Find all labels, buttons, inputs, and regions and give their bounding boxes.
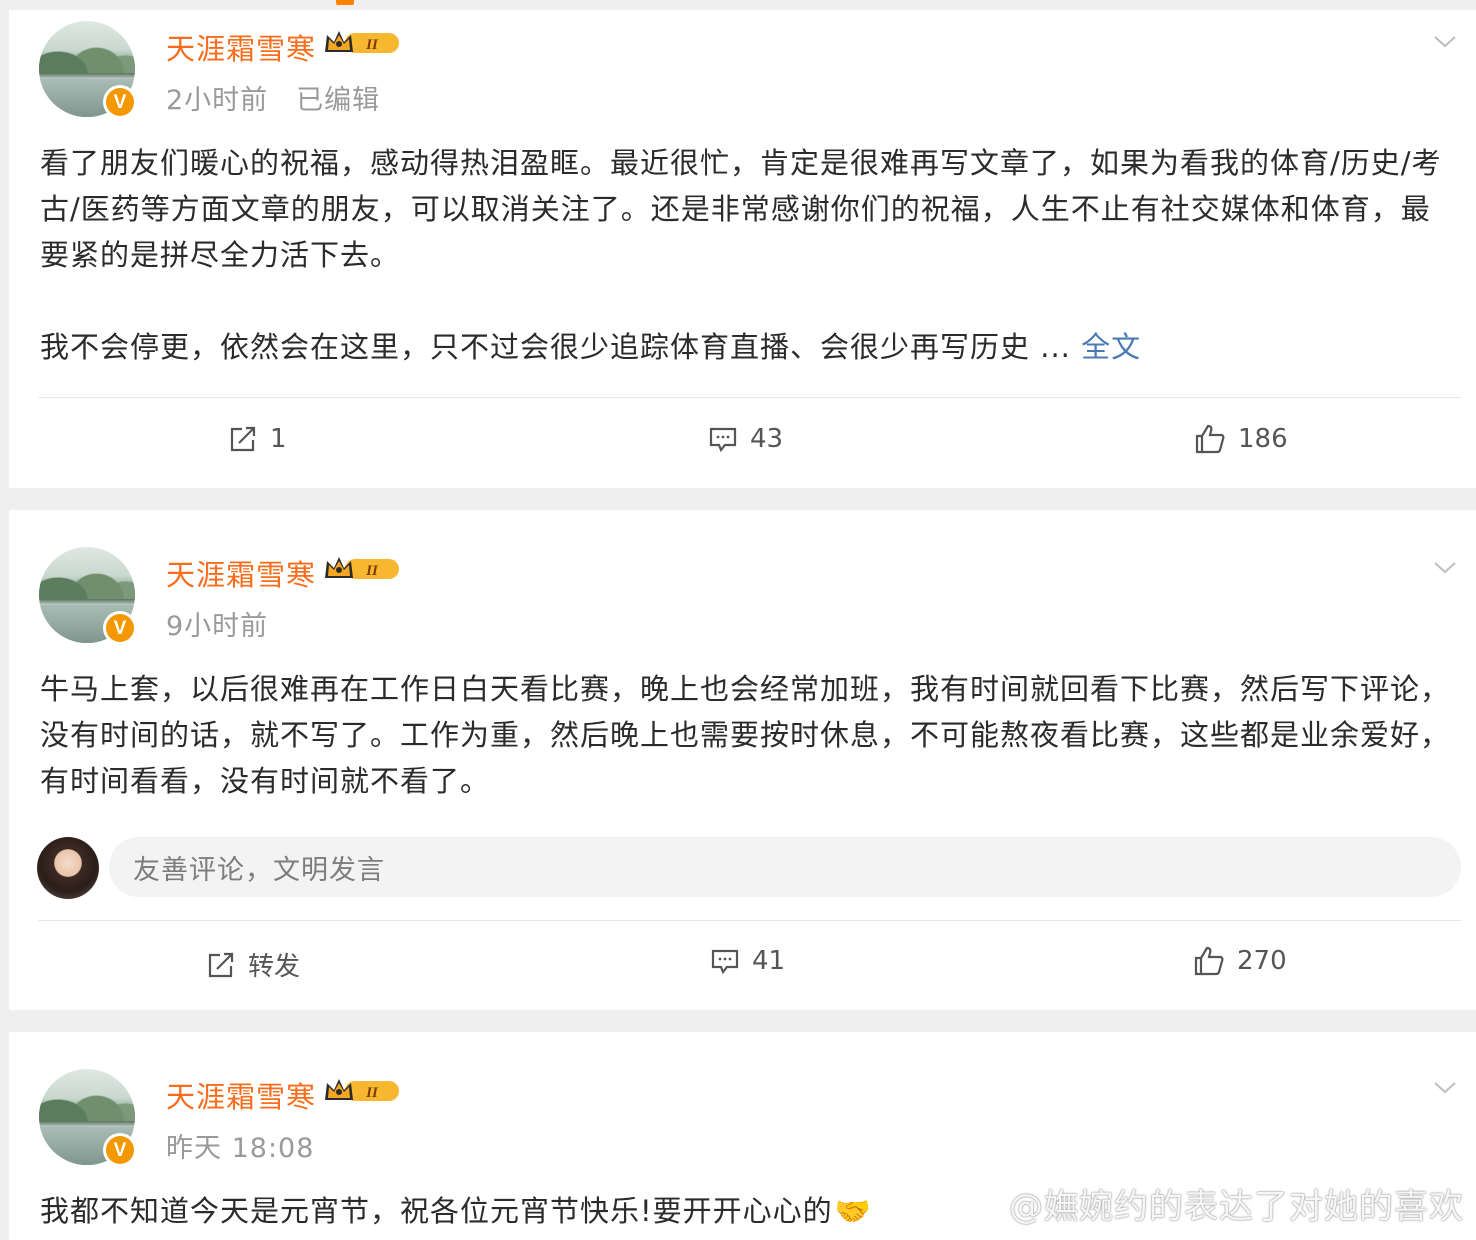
repost-icon [230, 426, 256, 452]
watermark: @嫵婉约的表达了对她的喜欢 [949, 1179, 1464, 1228]
post-paragraph: 看了朋友们暖心的祝福，感动得热泪盈眶。最近很忙，肯定是很难再写文章了，如果为看我… [40, 146, 1442, 272]
verified-v-icon: V [103, 85, 137, 119]
like-button[interactable]: 186 [1194, 423, 1288, 455]
svg-text:II: II [365, 563, 379, 579]
weibo-logo-icon [951, 1188, 999, 1223]
comment-bar: 友善评论，文明发言 [35, 837, 1461, 899]
chevron-down-icon[interactable] [1432, 1074, 1458, 1100]
post-paragraph: 我不会停更，依然会在这里，只不过会很少追踪体育直播、会很少再写历史 ... 全文 [40, 330, 1142, 364]
repost-button[interactable]: 转发 [206, 946, 300, 983]
repost-icon [208, 952, 234, 977]
crown-badge-icon[interactable]: II [323, 28, 403, 58]
chevron-down-icon[interactable] [1432, 28, 1458, 54]
verified-v-icon: V [103, 1133, 137, 1167]
comment-input[interactable]: 友善评论，文明发言 [109, 837, 1461, 897]
svg-text:II: II [365, 37, 379, 53]
like-button[interactable]: 270 [1193, 945, 1287, 977]
username[interactable]: 天涯霜雪寒 [166, 26, 316, 68]
username[interactable]: 天涯霜雪寒 [166, 552, 316, 594]
verified-v-icon: V [103, 611, 137, 645]
post-time: 2小时前 [166, 85, 269, 116]
comment-icon [709, 427, 737, 453]
my-avatar [37, 837, 99, 899]
svg-text:II: II [365, 1085, 379, 1101]
comment-icon [711, 949, 739, 975]
post-meta: 2小时前 已编辑 [166, 78, 380, 117]
comment-button[interactable]: 41 [710, 946, 785, 976]
post-body: 牛马上套，以后很难再在工作日白天看比赛，晚上也会经常加班，我有时间就回看下比赛，… [40, 666, 1460, 804]
avatar[interactable]: V [39, 1069, 137, 1167]
post-paragraph: 牛马上套，以后很难再在工作日白天看比赛，晚上也会经常加班，我有时间就回看下比赛，… [40, 672, 1451, 798]
divider [38, 397, 1461, 398]
avatar[interactable]: V [39, 21, 137, 119]
crown-badge-icon[interactable]: II [323, 554, 403, 584]
repost-button[interactable]: 1 [228, 424, 287, 454]
username[interactable]: 天涯霜雪寒 [166, 1074, 316, 1116]
post-meta: 9小时前 [166, 604, 268, 643]
divider [38, 920, 1461, 921]
post-card: V 天涯霜雪寒 II 9小时前 牛马上套，以后很难再在工作日白天看比赛，晚上也会… [9, 510, 1476, 1010]
read-more-link[interactable]: 全文 [1081, 330, 1141, 364]
post-time: 9小时前 [166, 611, 269, 642]
chevron-down-icon[interactable] [1432, 554, 1458, 580]
handshake-emoji-icon: 🤝 [834, 1194, 872, 1228]
like-icon [1194, 946, 1224, 976]
comment-button[interactable]: 43 [708, 424, 783, 454]
edited-label: 已编辑 [296, 85, 381, 116]
post-body: 看了朋友们暖心的祝福，感动得热泪盈眶。最近很忙，肯定是很难再写文章了，如果为看我… [40, 140, 1460, 370]
post-card: V 天涯霜雪寒 II 2小时前 已编辑 看了朋友们暖心的祝福，感动得热泪盈眶。最近… [9, 10, 1476, 488]
post-meta: 昨天 18:08 [166, 1126, 314, 1165]
avatar[interactable]: V [39, 547, 137, 645]
crown-badge-icon[interactable]: II [323, 1076, 403, 1106]
like-icon [1195, 424, 1225, 454]
post-time: 昨天 18:08 [166, 1133, 315, 1164]
top-tab-indicator [336, 0, 354, 5]
